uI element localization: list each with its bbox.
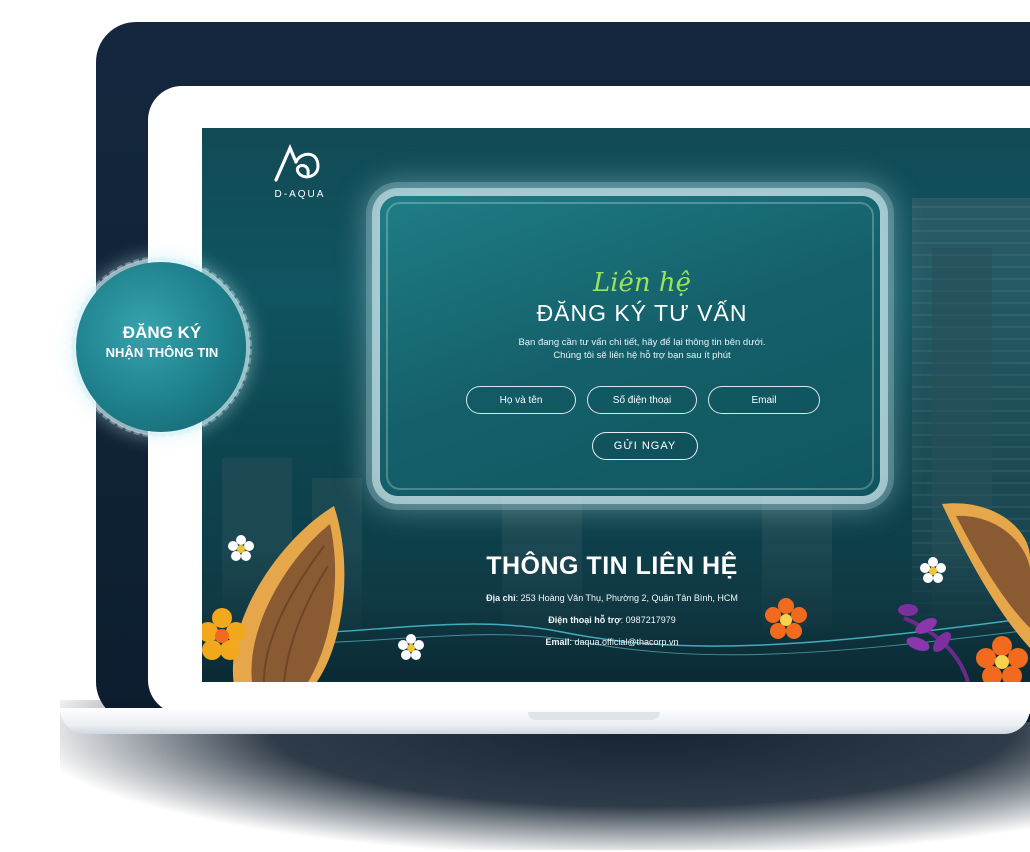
email-label: Email xyxy=(545,637,570,647)
phone-value: : 0987217979 xyxy=(620,615,676,625)
form-description: Bạn đang cần tư vấn chi tiết, hãy để lại… xyxy=(442,336,842,362)
name-field[interactable]: Họ và tên xyxy=(466,386,576,414)
email-value: : daqua.official@thacorp.vn xyxy=(569,637,679,647)
form-title: ĐĂNG KÝ TƯ VẤN xyxy=(536,300,748,326)
contact-title: THÔNG TIN LIÊN HỆ xyxy=(486,552,738,580)
address-label: Địa chỉ xyxy=(486,593,516,603)
daqua-logo[interactable]: D-AQUA xyxy=(266,143,334,200)
flower-icon xyxy=(398,634,424,660)
submit-button[interactable]: GỬI NGAY xyxy=(592,432,698,460)
register-badge-text: ĐĂNG KÝ NHẬN THÔNG TIN xyxy=(96,322,228,362)
email-field[interactable]: Email xyxy=(708,386,820,414)
form-script-title: Liên hệ xyxy=(592,268,692,298)
badge-line1: ĐĂNG KÝ xyxy=(122,323,202,342)
contact-address: Địa chỉ: 253 Hoàng Văn Thụ, Phường 2, Qu… xyxy=(402,592,822,604)
form-description-line: Chúng tôi sẽ liên hệ hỗ trợ bạn sau ít p… xyxy=(553,350,731,361)
contact-phone: Điện thoại hỗ trợ: 0987217979 xyxy=(402,614,822,626)
flower-icon xyxy=(228,535,254,561)
flower-icon xyxy=(976,636,1028,682)
address-value: : 253 Hoàng Văn Thụ, Phường 2, Quận Tân … xyxy=(515,593,738,603)
form-description-line: Bạn đang cần tư vấn chi tiết, hãy để lại… xyxy=(518,337,766,348)
badge-line2: NHẬN THÔNG TIN xyxy=(105,345,219,360)
laptop-base-notch xyxy=(528,712,660,720)
laptop-mockup-stage: D-AQUA Liên hệ ĐĂNG KÝ TƯ VẤN Bạn đang c… xyxy=(0,0,1030,852)
logo-text: D-AQUA xyxy=(274,189,326,200)
contact-info: THÔNG TIN LIÊN HỆ Địa chỉ: 253 Hoàng Văn… xyxy=(402,550,822,648)
flower-icon xyxy=(202,608,246,660)
daqua-logo-icon xyxy=(274,143,320,182)
phone-field[interactable]: Số điện thoại xyxy=(587,386,697,414)
form-fields: Họ và tên Số điện thoại Email xyxy=(466,386,822,416)
registration-form-header: Liên hệ ĐĂNG KÝ TƯ VẤN Bạn đang cần tư v… xyxy=(442,268,842,362)
website-screen: D-AQUA Liên hệ ĐĂNG KÝ TƯ VẤN Bạn đang c… xyxy=(202,128,1030,682)
flower-icon xyxy=(765,598,807,639)
contact-email: Email: daqua.official@thacorp.vn xyxy=(402,636,822,648)
phone-label: Điện thoại hỗ trợ xyxy=(548,615,621,625)
plant-icon xyxy=(898,604,970,682)
flower-icon xyxy=(920,557,946,583)
